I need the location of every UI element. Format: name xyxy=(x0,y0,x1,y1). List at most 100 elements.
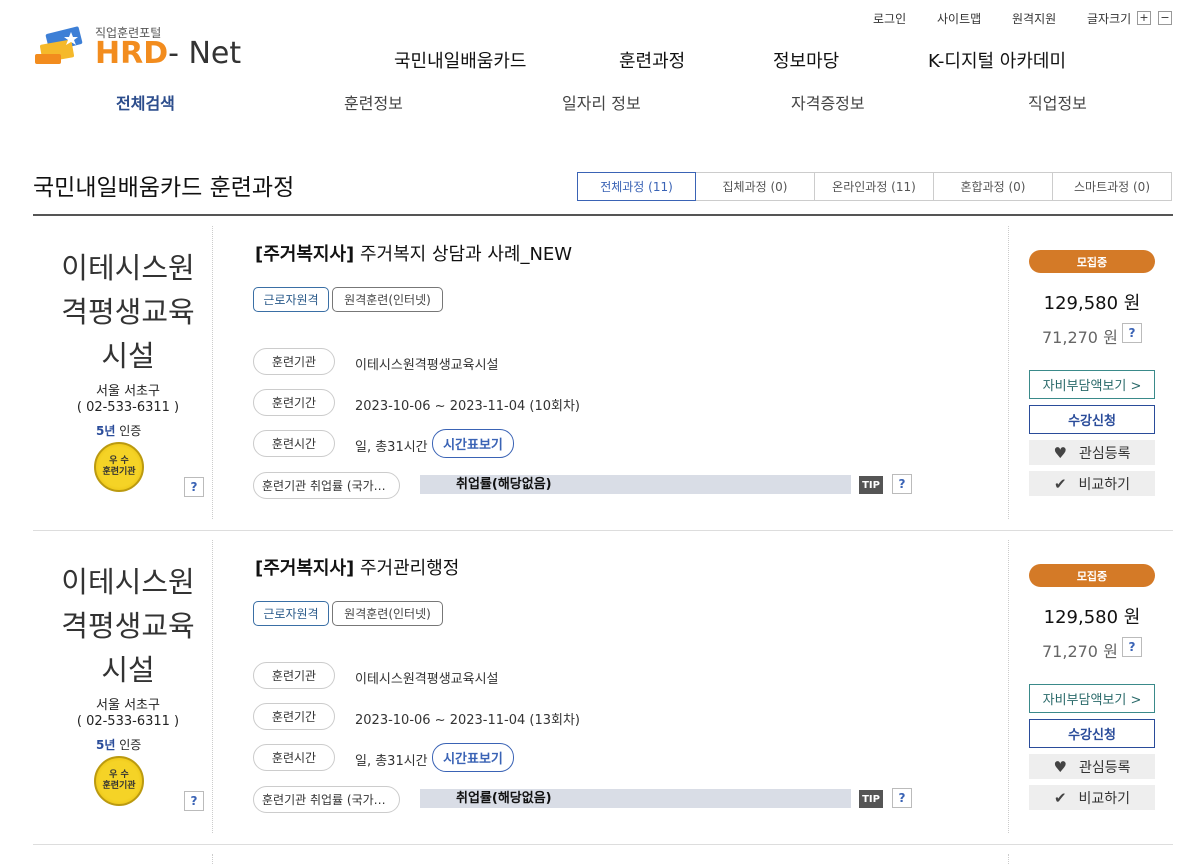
tip-badge[interactable]: TIP xyxy=(859,476,883,494)
institution-phone: ( 02-533-6311 ) xyxy=(76,714,180,729)
institution-name-line: 이테시스원 xyxy=(61,565,195,599)
status-badge: 모집중 xyxy=(1029,564,1155,587)
course-name: 주거복지 상담과 사례_NEW xyxy=(354,244,573,265)
tab-online[interactable]: 온라인과정 (11) xyxy=(815,172,934,201)
self-pay-price: 71,270 원 xyxy=(1042,638,1118,662)
price-unit: 원 xyxy=(1097,642,1118,661)
subnav-training[interactable]: 훈련정보 xyxy=(344,90,403,114)
course-hours: 일, 총31시간 xyxy=(355,440,428,455)
cert-suffix: 인증 xyxy=(115,738,142,752)
seal-text: 우 수 xyxy=(109,456,129,466)
nav-card[interactable]: 국민내일배움카드 xyxy=(394,47,526,73)
seal-text: 훈련기관 xyxy=(102,781,136,791)
apply-button[interactable]: 수강신청 xyxy=(1029,405,1155,434)
title-divider xyxy=(33,214,1173,216)
institution-name[interactable]: 이테시스원 격평생교육 시설 xyxy=(33,560,223,692)
logo-emblem-icon[interactable] xyxy=(33,26,93,70)
tag-remote-internet: 원격훈련(인터넷) xyxy=(332,601,443,626)
compare-button[interactable]: ✔ 비교하기 xyxy=(1029,785,1155,810)
compare-label: 비교하기 xyxy=(1078,790,1131,807)
font-increase-button[interactable]: + xyxy=(1137,11,1151,25)
favorite-button[interactable]: ♥ 관심등록 xyxy=(1029,440,1155,465)
self-pay-value: 71,270 xyxy=(1042,642,1098,661)
logo-net: - Net xyxy=(168,36,242,71)
status-badge: 모집중 xyxy=(1029,250,1155,273)
certification-badge: 5년 인증 xyxy=(96,422,141,439)
label-institution: 훈련기관 xyxy=(253,348,335,375)
nav-courses[interactable]: 훈련과정 xyxy=(619,47,685,73)
employment-help-button[interactable]: ? xyxy=(892,788,912,808)
price-value: 129,580 xyxy=(1043,293,1119,314)
sitemap-link[interactable]: 사이트맵 xyxy=(937,10,981,27)
font-decrease-button[interactable]: − xyxy=(1158,11,1172,25)
price-help-button[interactable]: ? xyxy=(1122,637,1142,657)
institution-name-line: 시설 xyxy=(101,653,155,687)
card-divider xyxy=(33,530,1173,531)
self-pay-button[interactable]: 자비부담액보기 > xyxy=(1029,370,1155,399)
favorite-label: 관심등록 xyxy=(1078,445,1131,462)
institution-name-line: 시설 xyxy=(101,339,155,373)
self-pay-price: 71,270 원 xyxy=(1042,324,1118,348)
tag-remote-internet: 원격훈련(인터넷) xyxy=(332,287,443,312)
institution-region: 서울 서초구 xyxy=(96,698,160,713)
price-help-button[interactable]: ? xyxy=(1122,323,1142,343)
compare-button[interactable]: ✔ 비교하기 xyxy=(1029,471,1155,496)
tab-smart[interactable]: 스마트과정 (0) xyxy=(1053,172,1172,201)
apply-button[interactable]: 수강신청 xyxy=(1029,719,1155,748)
employment-rate-bar: 취업률(해당없음) xyxy=(420,475,851,494)
column-divider xyxy=(1008,226,1009,519)
compare-label: 비교하기 xyxy=(1078,476,1131,493)
course-hours: 일, 총31시간 xyxy=(355,754,428,769)
subnav-certificates[interactable]: 자격증정보 xyxy=(791,90,865,114)
subnav-jobs[interactable]: 일자리 정보 xyxy=(562,90,641,114)
institution-phone: ( 02-533-6311 ) xyxy=(76,400,180,415)
course-price: 129,580 원 xyxy=(1029,289,1155,315)
logo[interactable]: 직업훈련포털 HRD- Net xyxy=(95,24,241,69)
tag-worker-remote: 근로자원격 xyxy=(253,601,329,626)
remote-support-link[interactable]: 원격지원 xyxy=(1012,10,1056,27)
tip-badge[interactable]: TIP xyxy=(859,790,883,808)
login-link[interactable]: 로그인 xyxy=(873,10,906,27)
label-period: 훈련기간 xyxy=(253,703,335,730)
nav-info[interactable]: 정보마당 xyxy=(773,47,839,73)
price-unit: 원 xyxy=(1118,607,1141,628)
course-institution: 이테시스원격평생교육시설 xyxy=(355,358,499,373)
tab-blended[interactable]: 혼합과정 (0) xyxy=(934,172,1053,201)
excellent-institution-seal-icon: 우 수 훈련기관 xyxy=(94,756,144,806)
subnav-all-search[interactable]: 전체검색 xyxy=(116,90,175,114)
course-period: 2023-10-06 ~ 2023-11-04 (13회차) xyxy=(355,713,580,728)
nav-kdigital[interactable]: K-디지털 아카데미 xyxy=(928,47,1066,73)
cert-years: 5년 xyxy=(96,424,116,438)
seal-text: 우 수 xyxy=(109,770,129,780)
tab-classroom[interactable]: 집체과정 (0) xyxy=(696,172,815,201)
timetable-button[interactable]: 시간표보기 xyxy=(432,429,514,458)
tab-all[interactable]: 전체과정 (11) xyxy=(577,172,696,201)
course-category: [주거복지사] xyxy=(255,244,355,265)
favorite-label: 관심등록 xyxy=(1078,759,1131,776)
column-divider xyxy=(1008,854,1009,864)
column-divider xyxy=(1008,540,1009,833)
favorite-button[interactable]: ♥ 관심등록 xyxy=(1029,754,1155,779)
institution-name-line: 격평생교육 xyxy=(61,609,195,643)
price-unit: 원 xyxy=(1097,328,1118,347)
course-institution: 이테시스원격평생교육시설 xyxy=(355,672,499,687)
self-pay-button[interactable]: 자비부담액보기 > xyxy=(1029,684,1155,713)
timetable-button[interactable]: 시간표보기 xyxy=(432,743,514,772)
course-title[interactable]: [주거복지사] 주거관리행정 xyxy=(255,554,459,580)
institution-name-line: 이테시스원 xyxy=(61,251,195,285)
label-hours: 훈련시간 xyxy=(253,430,335,457)
seal-text: 훈련기관 xyxy=(102,467,136,477)
label-institution: 훈련기관 xyxy=(253,662,335,689)
course-title[interactable]: [주거복지사] 주거복지 상담과 사례_NEW xyxy=(255,240,572,266)
page-title: 국민내일배움카드 훈련과정 xyxy=(33,175,295,201)
check-icon: ✔ xyxy=(1053,788,1067,807)
price-unit: 원 xyxy=(1118,293,1141,314)
subnav-occupations[interactable]: 직업정보 xyxy=(1028,90,1087,114)
help-button[interactable]: ? xyxy=(184,791,204,811)
help-button[interactable]: ? xyxy=(184,477,204,497)
institution-name-line: 격평생교육 xyxy=(61,295,195,329)
font-size-label: 글자크기 xyxy=(1087,12,1132,26)
employment-help-button[interactable]: ? xyxy=(892,474,912,494)
logo-hrd: HRD xyxy=(95,36,169,71)
institution-name[interactable]: 이테시스원 격평생교육 시설 xyxy=(33,246,223,378)
